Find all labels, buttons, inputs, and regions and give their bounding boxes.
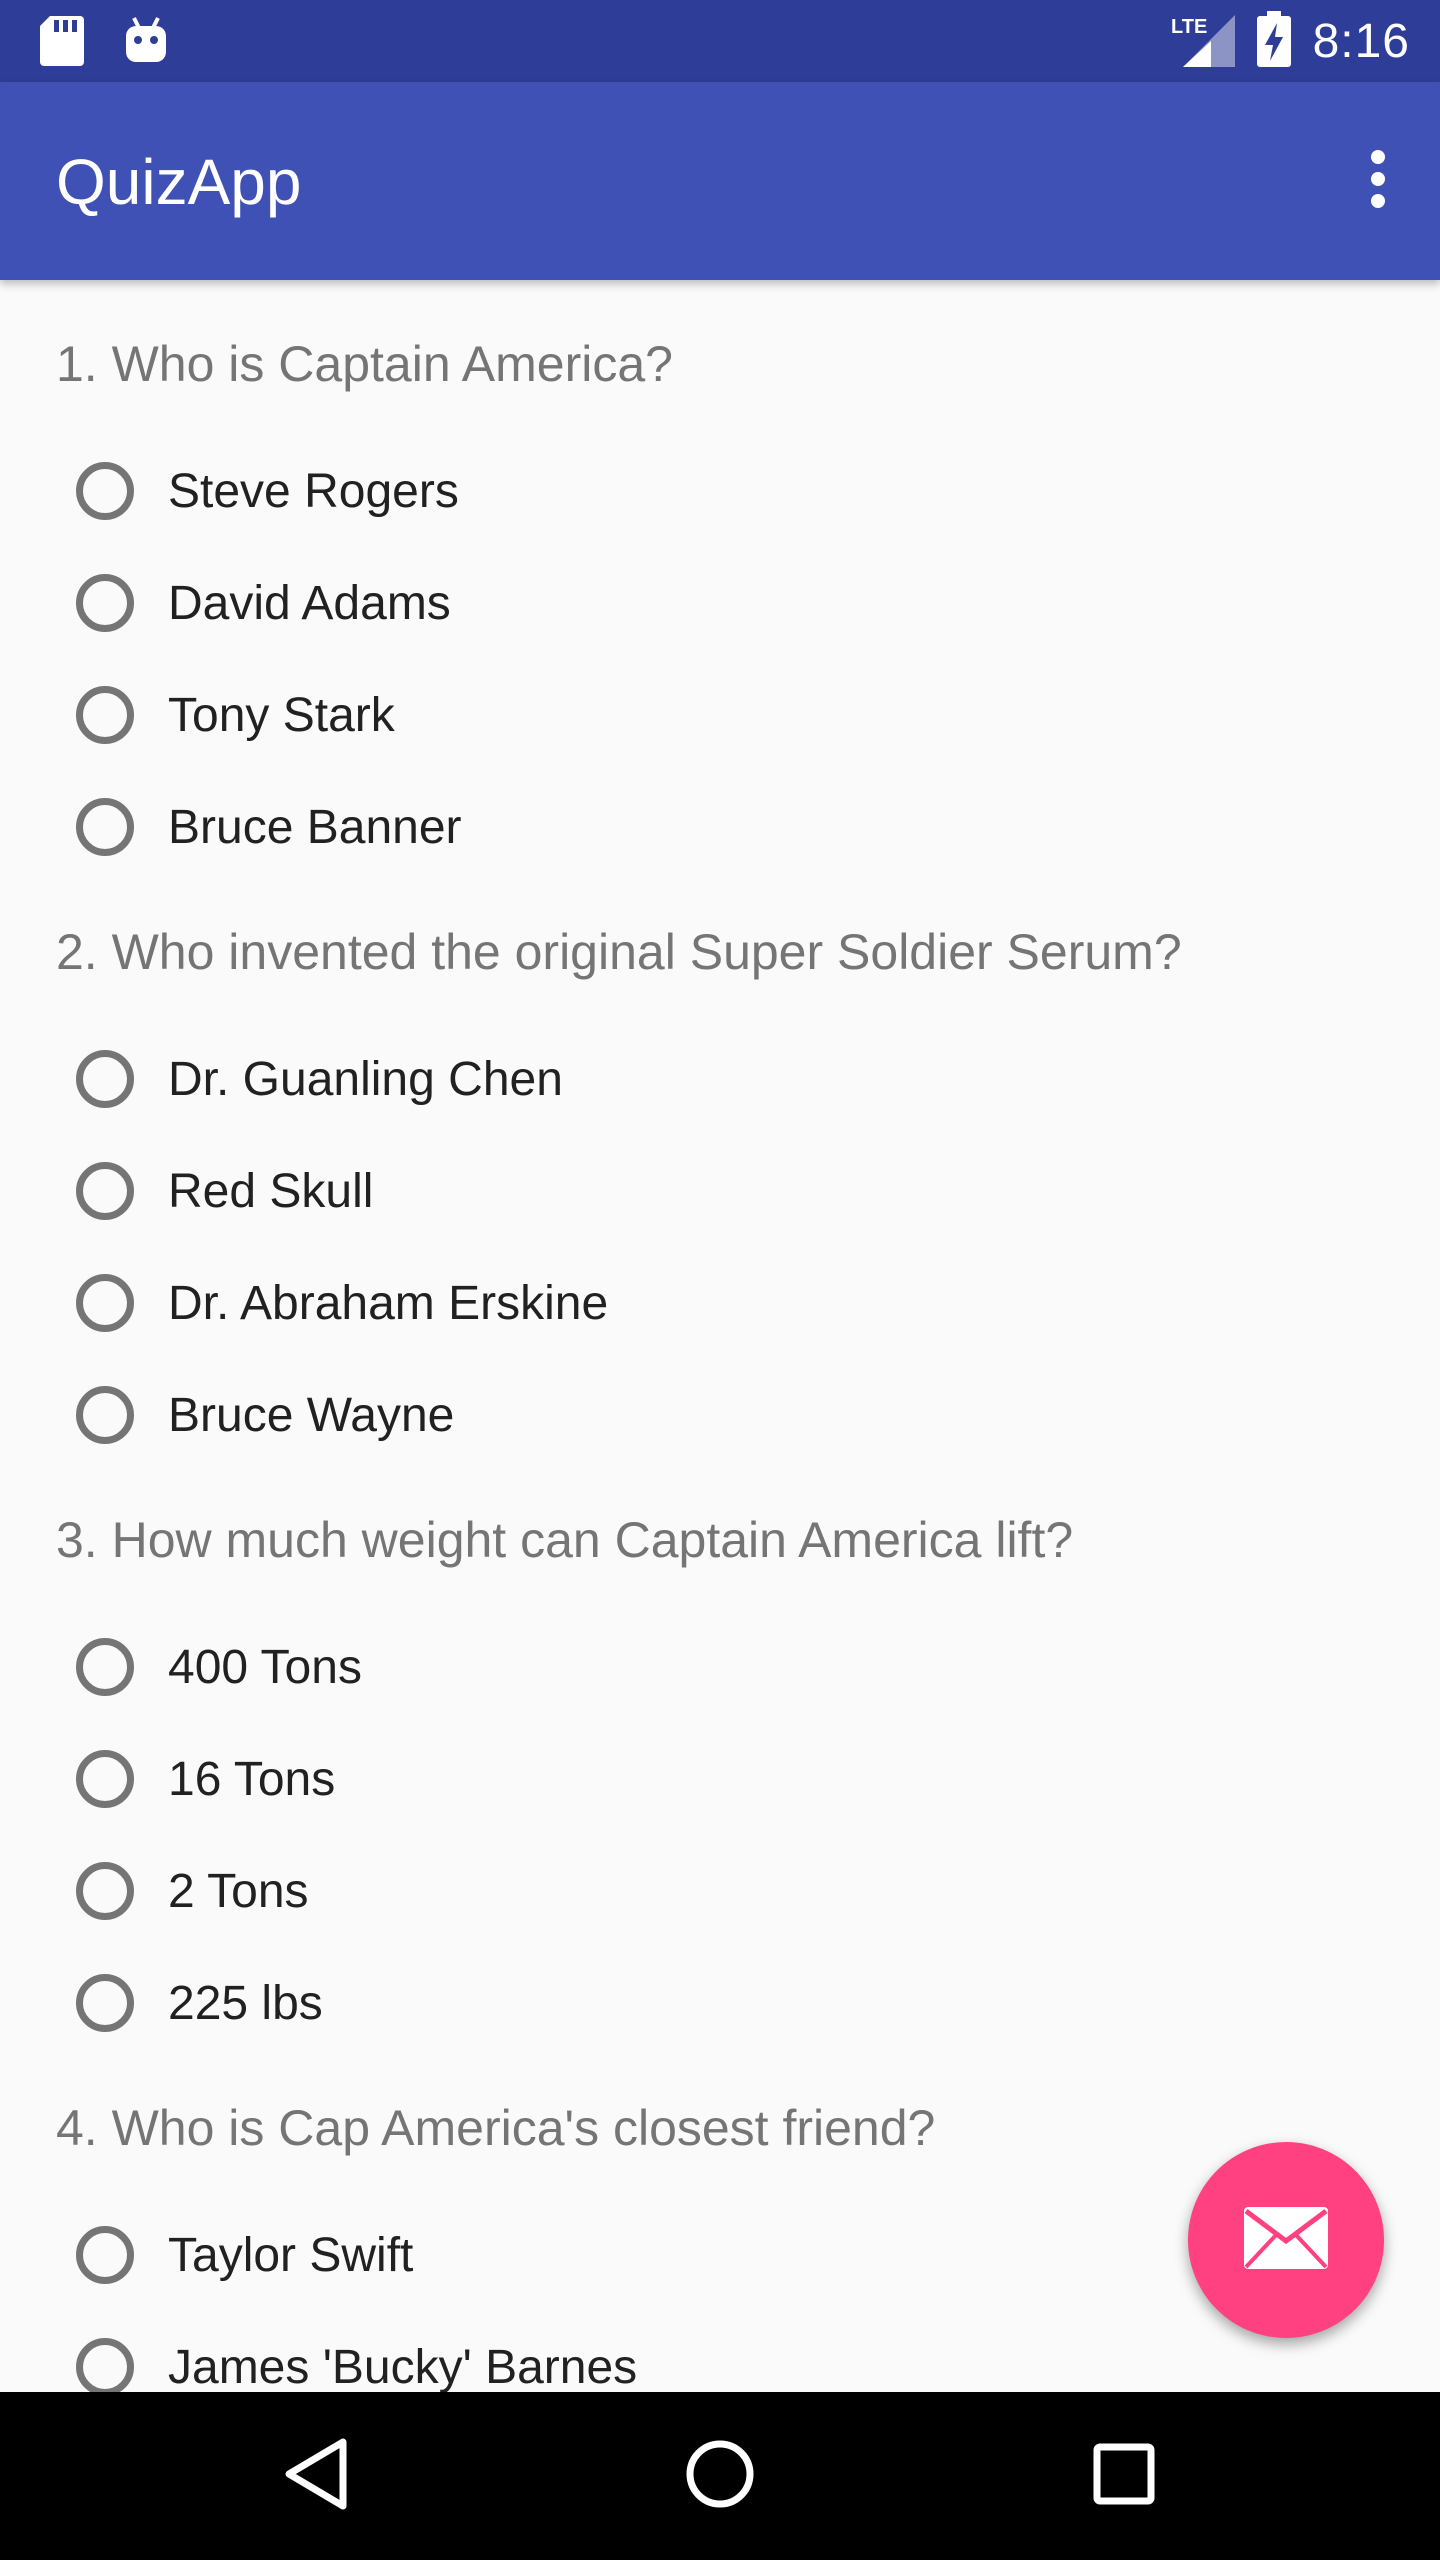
option-label: 225 lbs — [168, 1976, 323, 2030]
option-16-tons[interactable]: 16 Tons — [76, 1734, 335, 1824]
nav-home-button[interactable] — [670, 2426, 770, 2526]
option-tony-stark[interactable]: Tony Stark — [76, 670, 395, 760]
option-david-adams[interactable]: David Adams — [76, 558, 451, 648]
radio-button[interactable] — [76, 1974, 134, 2032]
sd-card-icon — [40, 16, 84, 71]
home-icon — [684, 2438, 756, 2515]
radio-button[interactable] — [76, 1162, 134, 1220]
option-label: Red Skull — [168, 1164, 374, 1218]
question-4: 4. Who is Cap America's closest friend? — [56, 2100, 936, 2156]
option-taylor-swift[interactable]: Taylor Swift — [76, 2210, 413, 2300]
app-bar: QuizApp — [0, 82, 1440, 280]
option-label: Bruce Banner — [168, 800, 462, 854]
option-bruce-banner[interactable]: Bruce Banner — [76, 782, 462, 872]
radio-button[interactable] — [76, 1750, 134, 1808]
option-guanling-chen[interactable]: Dr. Guanling Chen — [76, 1034, 563, 1124]
radio-button[interactable] — [76, 1050, 134, 1108]
email-icon — [1242, 2205, 1330, 2276]
option-2-tons[interactable]: 2 Tons — [76, 1846, 309, 1936]
option-bucky-barnes[interactable]: James 'Bucky' Barnes — [76, 2322, 637, 2392]
option-red-skull[interactable]: Red Skull — [76, 1146, 373, 1236]
svg-text:LTE: LTE — [1171, 16, 1207, 38]
option-bruce-wayne[interactable]: Bruce Wayne — [76, 1370, 454, 1460]
question-3: 3. How much weight can Captain America l… — [56, 1512, 1074, 1568]
question-1: 1. Who is Captain America? — [56, 336, 673, 392]
nav-back-button[interactable] — [266, 2426, 366, 2526]
app-title: QuizApp — [56, 146, 302, 218]
navigation-bar — [0, 2392, 1440, 2560]
option-label: Taylor Swift — [168, 2228, 414, 2282]
recents-icon — [1092, 2442, 1156, 2511]
option-label: 16 Tons — [168, 1752, 336, 1806]
more-vert-icon — [1368, 149, 1388, 214]
radio-button[interactable] — [76, 574, 134, 632]
option-label: Tony Stark — [168, 688, 395, 742]
back-icon — [281, 2436, 351, 2517]
radio-button[interactable] — [76, 1274, 134, 1332]
question-2: 2. Who invented the original Super Soldi… — [56, 924, 1182, 980]
radio-button[interactable] — [76, 1638, 134, 1696]
option-label: James 'Bucky' Barnes — [168, 2340, 638, 2393]
option-label: 2 Tons — [168, 1864, 309, 1918]
option-abraham-erskine[interactable]: Dr. Abraham Erskine — [76, 1258, 608, 1348]
quiz-content[interactable]: 1. Who is Captain America? Steve Rogers … — [0, 280, 1440, 2392]
lte-signal-icon: LTE — [1171, 11, 1235, 72]
option-225-lbs[interactable]: 225 lbs — [76, 1958, 323, 2048]
android-icon — [124, 16, 168, 71]
option-400-tons[interactable]: 400 Tons — [76, 1622, 362, 1712]
radio-button[interactable] — [76, 798, 134, 856]
option-label: Bruce Wayne — [168, 1388, 455, 1442]
option-label: Steve Rogers — [168, 464, 459, 518]
overflow-menu-button[interactable] — [1346, 136, 1410, 226]
radio-button[interactable] — [76, 462, 134, 520]
radio-button[interactable] — [76, 1386, 134, 1444]
status-time: 8:16 — [1312, 14, 1410, 68]
option-label: 400 Tons — [168, 1640, 362, 1694]
radio-button[interactable] — [76, 2338, 134, 2392]
radio-button[interactable] — [76, 686, 134, 744]
option-label: David Adams — [168, 576, 451, 630]
nav-recents-button[interactable] — [1074, 2426, 1174, 2526]
battery-charging-icon — [1256, 10, 1291, 72]
option-steve-rogers[interactable]: Steve Rogers — [76, 446, 459, 536]
status-bar: LTE 8:16 — [0, 0, 1440, 82]
option-label: Dr. Guanling Chen — [168, 1052, 563, 1106]
option-label: Dr. Abraham Erskine — [168, 1276, 609, 1330]
radio-button[interactable] — [76, 1862, 134, 1920]
email-fab-button[interactable] — [1188, 2142, 1384, 2338]
radio-button[interactable] — [76, 2226, 134, 2284]
